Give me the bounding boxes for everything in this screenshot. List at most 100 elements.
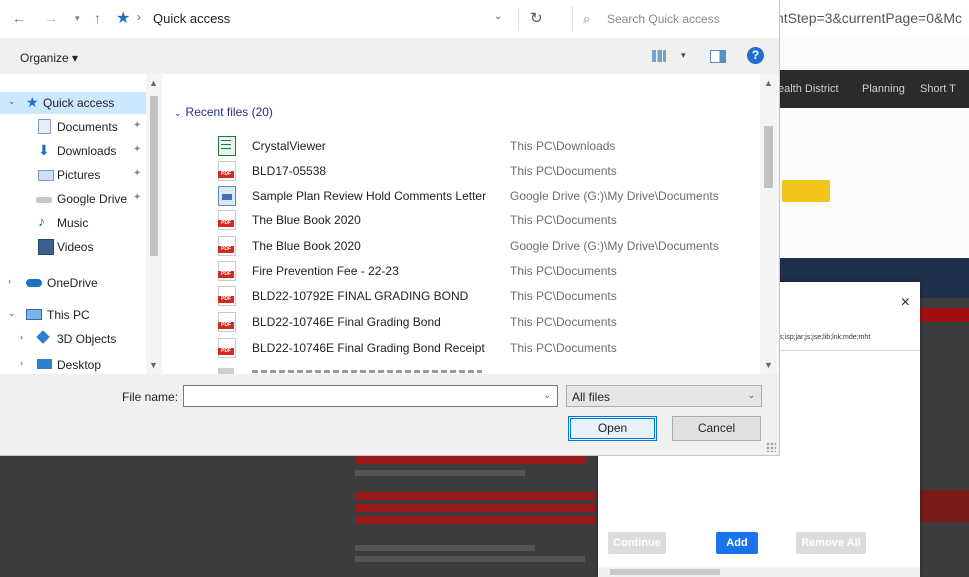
vertical-scrollbar[interactable]: ▲ ▼: [760, 74, 777, 374]
file-type-value: All files: [572, 390, 611, 404]
nav-item-pictures[interactable]: Pictures ✦: [0, 164, 146, 186]
open-button[interactable]: Open: [568, 416, 657, 441]
vertical-scrollbar[interactable]: ▲ ▼: [146, 74, 162, 374]
file-row[interactable]: BLD17-05538 This PC\Documents: [218, 159, 758, 183]
spreadsheet-icon: [218, 136, 236, 156]
organize-menu-button[interactable]: Organize ▾: [20, 51, 78, 65]
continue-button[interactable]: Continue: [608, 532, 666, 554]
browser-yellow-button[interactable]: [782, 180, 830, 202]
file-name-input[interactable]: [187, 388, 531, 406]
nav-item-quick-access[interactable]: ⌄ ★ Quick access: [0, 92, 146, 114]
cancel-button[interactable]: Cancel: [672, 416, 761, 441]
pdf-icon: [218, 312, 236, 332]
breadcrumb[interactable]: Quick access: [153, 11, 230, 26]
file-name: BLD22-10792E FINAL GRADING BOND: [252, 289, 469, 303]
nav-item-this-pc[interactable]: ⌄ This PC: [0, 304, 146, 326]
group-header[interactable]: ⌄ Recent files (20): [174, 105, 273, 119]
chevron-right-icon[interactable]: ›: [20, 358, 23, 368]
pin-icon[interactable]: ✦: [133, 168, 141, 179]
pdf-icon: [218, 338, 236, 358]
file-row[interactable]: The Blue Book 2020 This PC\Documents: [218, 208, 758, 232]
chevron-down-icon[interactable]: ⌄: [8, 308, 16, 319]
chevron-right-icon[interactable]: ›: [137, 10, 141, 24]
chevron-down-icon[interactable]: ⌄: [174, 108, 182, 118]
file-name: The Blue Book 2020: [252, 213, 361, 227]
chevron-right-icon[interactable]: ›: [8, 276, 11, 286]
horizontal-scrollbar[interactable]: [598, 567, 920, 577]
browser-nav-bar: ealth District Planning Short T: [770, 70, 969, 108]
nav-item-label: OneDrive: [47, 276, 98, 290]
recent-locations-icon[interactable]: ▾: [75, 13, 80, 24]
pictures-icon: [38, 170, 54, 181]
browser-address-bar[interactable]: ntStep=3&currentPage=0&Mc: [770, 0, 969, 37]
nav-item-3d-objects[interactable]: › 3D Objects: [0, 328, 146, 350]
forward-arrow-icon[interactable]: →: [44, 10, 58, 26]
file-location: Google Drive (G:)\My Drive\Documents: [510, 189, 719, 203]
file-type-select[interactable]: All files ⌄: [566, 385, 762, 407]
chevron-down-icon[interactable]: ⌄: [747, 390, 755, 401]
remove-all-button[interactable]: Remove All: [796, 532, 866, 554]
nav-item-label: Music: [57, 216, 89, 230]
dialog-toolbar: Organize ▾ ▾ ?: [0, 38, 779, 74]
scroll-up-icon[interactable]: ▲: [149, 78, 158, 88]
scroll-up-icon[interactable]: ▲: [764, 78, 773, 88]
scrollbar-thumb[interactable]: [150, 96, 158, 256]
file-row[interactable]: BLD22-10746E Final Grading Bond Receipt …: [218, 336, 758, 360]
file-row-partial[interactable]: [218, 364, 488, 374]
browser-nav-item[interactable]: Planning: [862, 83, 905, 95]
nav-item-desktop[interactable]: › Desktop: [0, 354, 146, 376]
file-row[interactable]: The Blue Book 2020 Google Drive (G:)\My …: [218, 234, 758, 258]
up-arrow-icon[interactable]: ↑: [94, 10, 101, 26]
preview-pane-icon[interactable]: [710, 50, 726, 63]
address-row: ← → ▾ ↑ ★ › Quick access ⌄ ↻ ⌕ Search Qu…: [0, 0, 779, 38]
refresh-icon[interactable]: ↻: [530, 9, 543, 27]
help-icon[interactable]: ?: [747, 47, 764, 64]
file-row[interactable]: BLD22-10746E Final Grading Bond This PC\…: [218, 310, 758, 334]
chevron-down-icon[interactable]: ▾: [681, 50, 686, 61]
scrollbar-thumb[interactable]: [764, 126, 773, 188]
pdf-icon: [218, 236, 236, 256]
computer-icon: [26, 309, 42, 320]
file-name: BLD22-10746E Final Grading Bond: [252, 315, 441, 329]
file-location: This PC\Documents: [510, 341, 617, 355]
file-row[interactable]: Sample Plan Review Hold Comments Letter …: [218, 184, 758, 208]
nav-item-label: Pictures: [57, 168, 101, 182]
pin-icon[interactable]: ✦: [133, 144, 141, 155]
nav-item-music[interactable]: ♪ Music: [0, 212, 146, 234]
file-location: This PC\Documents: [510, 315, 617, 329]
nav-item-videos[interactable]: Videos: [0, 236, 146, 258]
desktop-icon: [37, 359, 52, 369]
file-open-dialog: ← → ▾ ↑ ★ › Quick access ⌄ ↻ ⌕ Search Qu…: [0, 0, 780, 456]
chevron-down-icon[interactable]: ⌄: [8, 96, 16, 107]
scroll-down-icon[interactable]: ▼: [149, 360, 158, 370]
file-list: ⌄ Recent files (20) CrystalViewer This PC…: [162, 74, 778, 374]
file-row[interactable]: BLD22-10792E FINAL GRADING BOND This PC\…: [218, 284, 758, 308]
nav-item-label: Downloads: [57, 144, 117, 158]
scroll-down-icon[interactable]: ▼: [764, 360, 773, 370]
nav-item-google-drive[interactable]: Google Drive ✦: [0, 188, 146, 210]
nav-item-documents[interactable]: Documents ✦: [0, 116, 146, 138]
browser-red-text: [355, 516, 595, 524]
view-options-icon[interactable]: [652, 50, 666, 62]
file-name: The Blue Book 2020: [252, 239, 361, 253]
back-arrow-icon[interactable]: ←: [12, 10, 26, 26]
browser-nav-item[interactable]: ealth District: [778, 83, 839, 95]
chevron-right-icon[interactable]: ›: [20, 332, 23, 342]
file-row[interactable]: Fire Prevention Fee - 22-23 This PC\Docu…: [218, 259, 758, 283]
resize-grip-icon[interactable]: [766, 442, 776, 452]
close-icon[interactable]: ×: [901, 294, 910, 312]
scrollbar-thumb[interactable]: [610, 569, 720, 575]
file-row[interactable]: CrystalViewer This PC\Downloads: [218, 134, 758, 158]
pdf-icon: [218, 210, 236, 230]
chevron-down-icon[interactable]: ⌄: [543, 390, 551, 401]
pin-icon[interactable]: ✦: [133, 120, 141, 131]
file-location: Google Drive (G:)\My Drive\Documents: [510, 239, 719, 253]
pin-icon[interactable]: ✦: [133, 192, 141, 203]
nav-item-onedrive[interactable]: › OneDrive: [0, 272, 146, 294]
file-name-field[interactable]: ⌄: [183, 385, 558, 407]
add-button[interactable]: Add: [716, 532, 758, 554]
chevron-down-icon[interactable]: ⌄: [494, 11, 502, 22]
search-input[interactable]: ⌕ Search Quick access: [572, 6, 773, 31]
nav-item-downloads[interactable]: ⬇ Downloads ✦: [0, 140, 146, 162]
browser-nav-item[interactable]: Short T: [920, 83, 956, 95]
